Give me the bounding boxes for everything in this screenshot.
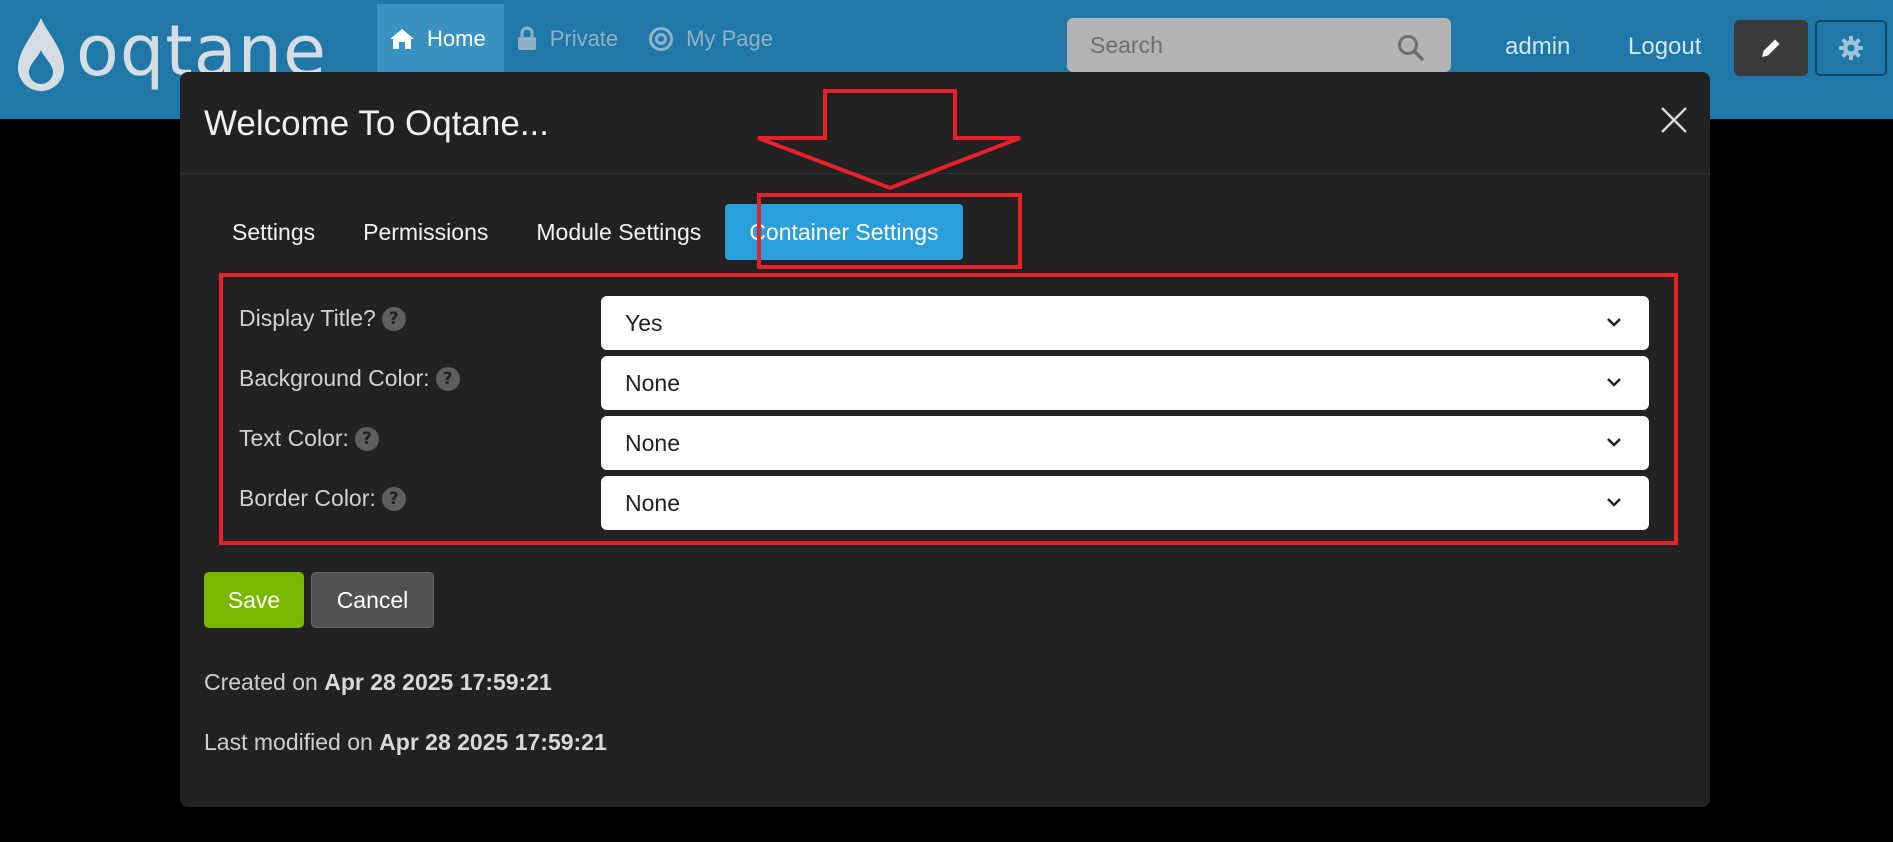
edit-mode-button[interactable]: [1734, 20, 1808, 76]
logout-link[interactable]: Logout: [1628, 33, 1701, 61]
annotation-form-highlight: [219, 273, 1678, 545]
modified-prefix: Last modified on: [204, 729, 373, 755]
modified-info: Last modified on Apr 28 2025 17:59:21: [204, 729, 607, 756]
admin-settings-button[interactable]: [1815, 20, 1887, 76]
created-prefix: Created on: [204, 669, 318, 695]
tab-settings[interactable]: Settings: [208, 204, 339, 260]
tab-module-settings[interactable]: Module Settings: [512, 204, 725, 260]
modified-date: Apr 28 2025 17:59:21: [379, 729, 607, 755]
pencil-icon: [1762, 39, 1780, 57]
annotation-tab-highlight: [757, 193, 1022, 269]
nav-item-label: My Page: [686, 26, 773, 51]
created-info: Created on Apr 28 2025 17:59:21: [204, 669, 552, 696]
gear-icon: [1839, 36, 1863, 60]
search-icon[interactable]: [1397, 34, 1425, 62]
nav-item-private[interactable]: Private: [504, 4, 636, 74]
nav-item-label: Private: [549, 26, 619, 51]
search-box: [1067, 18, 1451, 72]
lock-icon: [517, 26, 536, 50]
cancel-button[interactable]: Cancel: [311, 572, 434, 628]
nav-item-label: Home: [427, 26, 486, 51]
droplet-icon: [18, 18, 64, 91]
main-nav: Home Private My Page: [377, 4, 791, 74]
modal-title: Welcome To Oqtane...: [204, 104, 549, 143]
created-date: Apr 28 2025 17:59:21: [324, 669, 552, 695]
nav-item-home[interactable]: Home: [377, 4, 504, 74]
search-input[interactable]: [1067, 18, 1397, 72]
target-icon: [649, 27, 674, 51]
close-icon[interactable]: [1660, 106, 1688, 134]
save-button[interactable]: Save: [204, 572, 304, 628]
annotation-arrow: [757, 89, 1021, 191]
tab-permissions[interactable]: Permissions: [339, 204, 512, 260]
home-icon: [390, 29, 414, 49]
user-profile-link[interactable]: admin: [1505, 33, 1570, 61]
nav-item-my-page[interactable]: My Page: [636, 4, 791, 74]
